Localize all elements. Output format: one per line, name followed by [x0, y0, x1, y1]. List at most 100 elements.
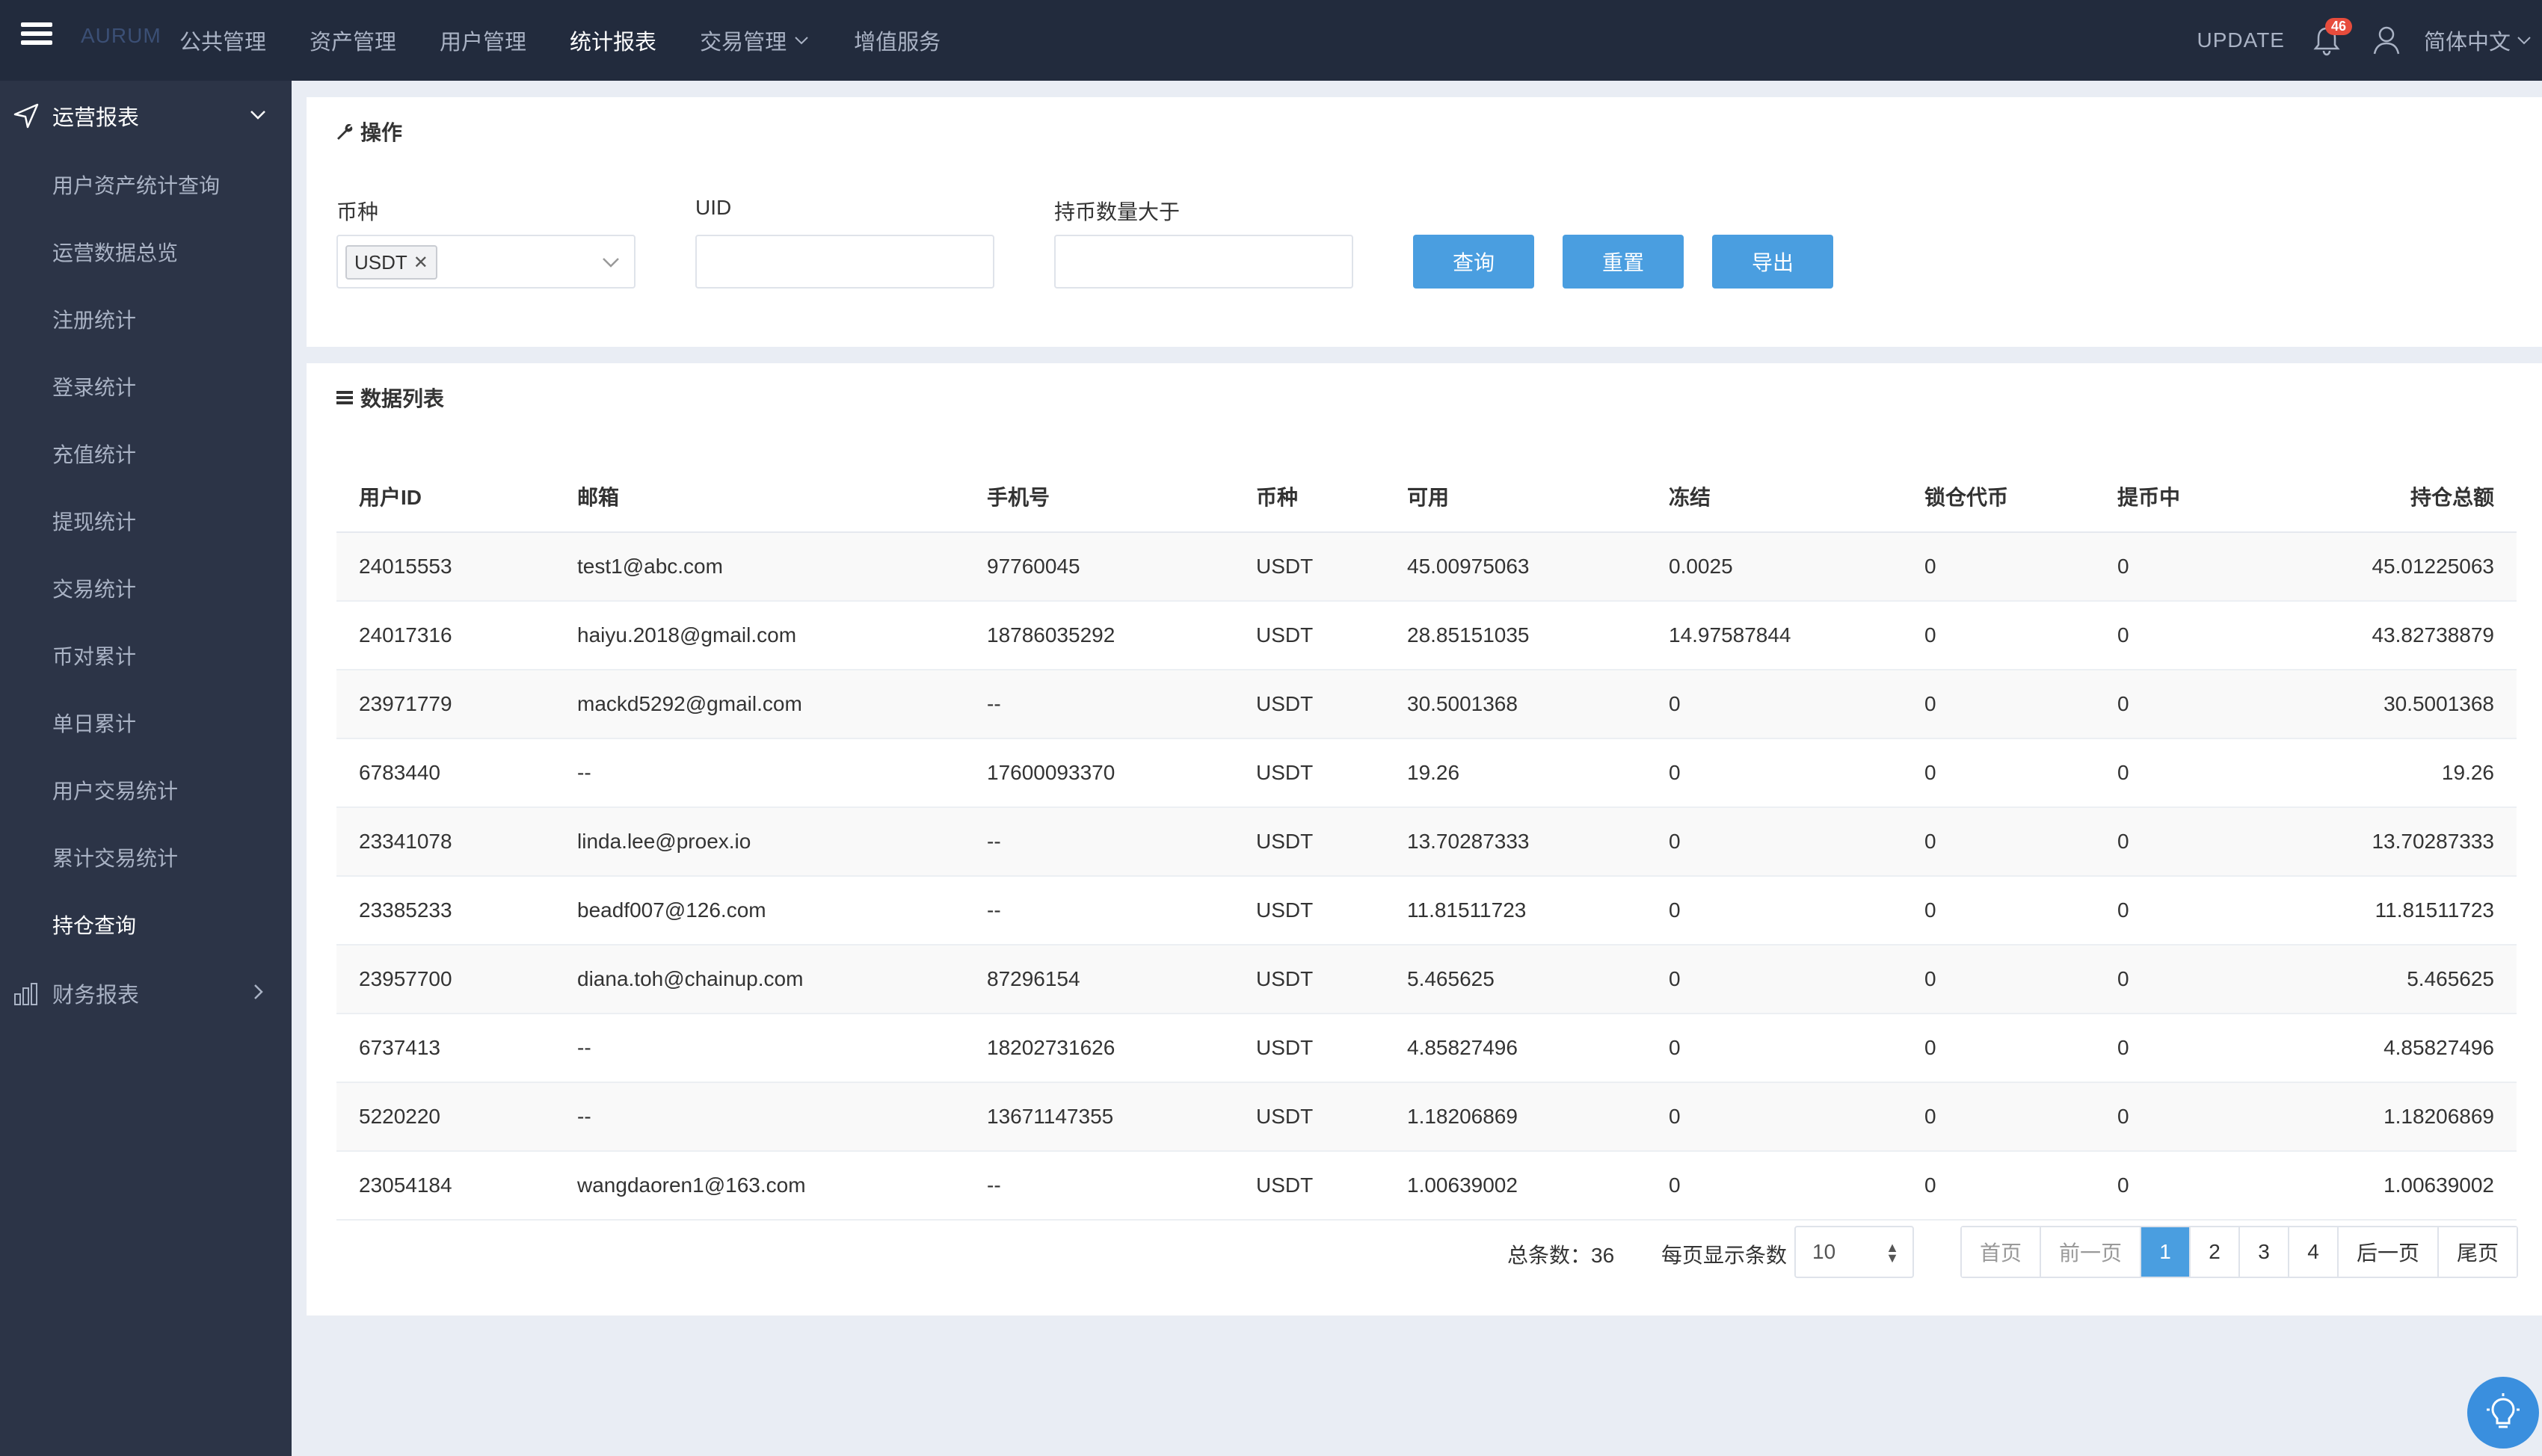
- sidebar-item-user-trade-stats[interactable]: 用户交易统计: [0, 756, 292, 824]
- top-right-tools: UPDATE 46 简体中文: [2197, 0, 2542, 81]
- cell-frozen: 0: [1646, 945, 1902, 1014]
- nav-item-assets[interactable]: 资产管理: [310, 25, 396, 56]
- sidebar-item-cumulative-trade-stats[interactable]: 累计交易统计: [0, 824, 292, 891]
- page-button-3[interactable]: 3: [2240, 1227, 2290, 1277]
- cell-available: 5.465625: [1385, 945, 1646, 1014]
- cell-frozen: 0: [1646, 807, 1902, 877]
- sidebar-item-pair-cumulative[interactable]: 币对累计: [0, 622, 292, 689]
- col-header-total[interactable]: 持仓总额: [2270, 460, 2517, 533]
- prev-page-button[interactable]: 前一页: [2041, 1227, 2142, 1277]
- user-icon[interactable]: [2372, 24, 2401, 57]
- cell-phone: 18786035292: [964, 601, 1234, 670]
- cell-withdrawing: 0: [2095, 670, 2270, 739]
- uid-input[interactable]: [695, 235, 994, 289]
- sidebar-group-operations[interactable]: 运营报表: [0, 81, 292, 151]
- table-row[interactable]: 6737413 -- 18202731626 USDT 4.85827496 0 0 0 4.8…: [336, 1014, 2517, 1083]
- col-header-frozen[interactable]: 冻结: [1646, 460, 1902, 533]
- col-header-phone[interactable]: 手机号: [964, 460, 1234, 533]
- sidebar-item-daily-cumulative[interactable]: 单日累计: [0, 689, 292, 756]
- cell-email: beadf007@126.com: [555, 876, 964, 946]
- cell-currency: USDT: [1234, 738, 1385, 808]
- cell-locked: 0: [1902, 601, 2095, 670]
- nav-item-users[interactable]: 用户管理: [440, 25, 526, 56]
- nav-item-public[interactable]: 公共管理: [179, 25, 266, 56]
- update-link[interactable]: UPDATE: [2197, 28, 2285, 52]
- chevron-down-icon: [250, 111, 265, 120]
- cell-currency: USDT: [1234, 601, 1385, 670]
- table-row[interactable]: 23341078 linda.lee@proex.io -- USDT 13.70287…: [336, 807, 2517, 877]
- cell-phone: --: [964, 807, 1234, 877]
- cell-frozen: 0: [1646, 1082, 1902, 1152]
- data-list-panel: 数据列表 用户ID 邮箱 手机号 币种 可用 冻结 锁仓代币 提币中 持仓总额: [307, 363, 2542, 1315]
- next-page-button[interactable]: 后一页: [2339, 1227, 2440, 1277]
- query-button[interactable]: 查询: [1413, 235, 1534, 289]
- sidebar-item-operations-overview[interactable]: 运营数据总览: [0, 218, 292, 286]
- nav-item-value-added[interactable]: 增值服务: [854, 25, 941, 56]
- col-header-withdrawing[interactable]: 提币中: [2095, 460, 2270, 533]
- cell-user-id: 23341078: [336, 807, 555, 877]
- close-icon[interactable]: ✕: [413, 252, 428, 274]
- table-row[interactable]: 5220220 -- 13671147355 USDT 1.18206869 0 0 0 1.1…: [336, 1082, 2517, 1152]
- sidebar-item-registration-stats[interactable]: 注册统计: [0, 286, 292, 353]
- per-page-value: 10: [1812, 1240, 1836, 1263]
- cell-user-id: 23971779: [336, 670, 555, 739]
- language-selector[interactable]: 简体中文: [2424, 25, 2533, 56]
- nav-item-trading[interactable]: 交易管理: [700, 25, 810, 56]
- table-row[interactable]: 23957700 diana.toh@chainup.com 87296154 USD…: [336, 945, 2517, 1014]
- menu-icon[interactable]: [21, 22, 52, 49]
- cell-user-id: 24017316: [336, 601, 555, 670]
- cell-total: 19.26: [2270, 738, 2517, 808]
- total-count: 总条数：36: [1507, 1244, 1615, 1267]
- last-page-button[interactable]: 尾页: [2439, 1227, 2517, 1277]
- per-page-select[interactable]: 10 ▲ ▼: [1794, 1226, 1914, 1278]
- sidebar-item-login-stats[interactable]: 登录统计: [0, 353, 292, 420]
- cell-frozen: 0: [1646, 738, 1902, 808]
- currency-select[interactable]: USDT ✕: [336, 235, 636, 289]
- currency-tag-label: USDT: [354, 250, 407, 274]
- reset-button[interactable]: 重置: [1563, 235, 1684, 289]
- table-header-row: 用户ID 邮箱 手机号 币种 可用 冻结 锁仓代币 提币中 持仓总额: [336, 460, 2517, 533]
- table-row[interactable]: 23054184 wangdaoren1@163.com -- USDT 1.00639…: [336, 1151, 2517, 1221]
- col-header-email[interactable]: 邮箱: [555, 460, 964, 533]
- cell-withdrawing: 0: [2095, 807, 2270, 877]
- col-header-locked[interactable]: 锁仓代币: [1902, 460, 2095, 533]
- cell-email: diana.toh@chainup.com: [555, 945, 964, 1014]
- nav-item-reports[interactable]: 统计报表: [570, 25, 656, 56]
- cell-available: 4.85827496: [1385, 1014, 1646, 1083]
- cell-user-id: 24015553: [336, 532, 555, 602]
- nav-item-trading-label: 交易管理: [700, 31, 787, 55]
- col-header-currency[interactable]: 币种: [1234, 460, 1385, 533]
- table-row[interactable]: 24015553 test1@abc.com 97760045 USDT 45.0097…: [336, 532, 2517, 602]
- sidebar-item-withdraw-stats[interactable]: 提现统计: [0, 487, 292, 555]
- page-button-4[interactable]: 4: [2289, 1227, 2339, 1277]
- cell-total: 13.70287333: [2270, 807, 2517, 877]
- amount-input[interactable]: [1054, 235, 1353, 289]
- table-row[interactable]: 23971779 mackd5292@gmail.com -- USDT 30.5001…: [336, 670, 2517, 739]
- notification-button[interactable]: 46: [2312, 18, 2353, 57]
- col-header-available[interactable]: 可用: [1385, 460, 1646, 533]
- sidebar-item-holdings-query[interactable]: 持仓查询: [0, 891, 292, 958]
- cell-email: --: [555, 1082, 964, 1152]
- cell-withdrawing: 0: [2095, 601, 2270, 670]
- cell-locked: 0: [1902, 1014, 2095, 1083]
- sidebar-item-deposit-stats[interactable]: 充值统计: [0, 420, 292, 487]
- sidebar-group-finance[interactable]: 财务报表: [0, 958, 292, 1028]
- table-row[interactable]: 24017316 haiyu.2018@gmail.com 18786035292 U…: [336, 601, 2517, 670]
- cell-locked: 0: [1902, 1151, 2095, 1221]
- lightbulb-icon[interactable]: [2467, 1377, 2539, 1449]
- col-header-user-id[interactable]: 用户ID: [336, 460, 555, 533]
- export-button[interactable]: 导出: [1712, 235, 1833, 289]
- cell-total: 45.01225063: [2270, 532, 2517, 602]
- chevron-down-icon: [603, 258, 619, 268]
- sidebar-item-trade-stats[interactable]: 交易统计: [0, 555, 292, 622]
- table-row[interactable]: 23385233 beadf007@126.com -- USDT 11.8151172…: [336, 876, 2517, 946]
- cell-email: haiyu.2018@gmail.com: [555, 601, 964, 670]
- first-page-button[interactable]: 首页: [1962, 1227, 2042, 1277]
- sidebar-item-user-asset-query[interactable]: 用户资产统计查询: [0, 151, 292, 218]
- page-button-1[interactable]: 1: [2141, 1227, 2191, 1277]
- table-row[interactable]: 6783440 -- 17600093370 USDT 19.26 0 0 0 19.26: [336, 738, 2517, 808]
- chevron-down-icon: [2517, 37, 2531, 45]
- cell-total: 43.82738879: [2270, 601, 2517, 670]
- cell-email: linda.lee@proex.io: [555, 807, 964, 877]
- page-button-2[interactable]: 2: [2191, 1227, 2241, 1277]
